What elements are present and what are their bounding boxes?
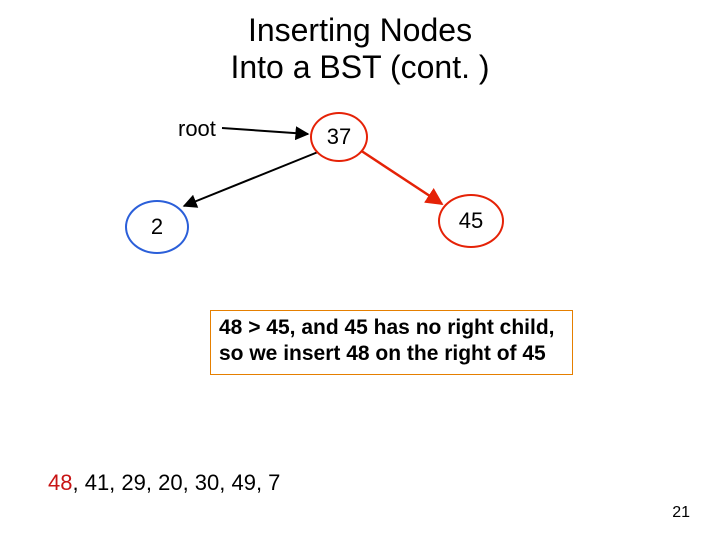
sequence-current: 48 [48,470,72,495]
insert-sequence: 48, 41, 29, 20, 30, 49, 7 [48,470,280,496]
node-value: 37 [327,124,351,150]
node-value: 2 [151,214,163,240]
root-label: root [178,116,216,142]
edge-root-37 [222,128,308,134]
title-line-1: Inserting Nodes [248,12,472,48]
explanation-box: 48 > 45, and 45 has no right child, so w… [210,310,573,375]
sequence-remaining: , 41, 29, 20, 30, 49, 7 [72,470,280,495]
node-value: 45 [459,208,483,234]
title-line-2: Into a BST (cont. ) [230,49,489,85]
page-title: Inserting Nodes Into a BST (cont. ) [0,12,720,86]
page-number: 21 [672,504,690,522]
tree-node-45: 45 [438,194,504,248]
tree-node-37: 37 [310,112,368,162]
explanation-text: 48 > 45, and 45 has no right child, so w… [219,316,555,365]
tree-node-2: 2 [125,200,189,254]
edge-37-45 [360,150,442,204]
edge-37-2 [184,152,318,206]
